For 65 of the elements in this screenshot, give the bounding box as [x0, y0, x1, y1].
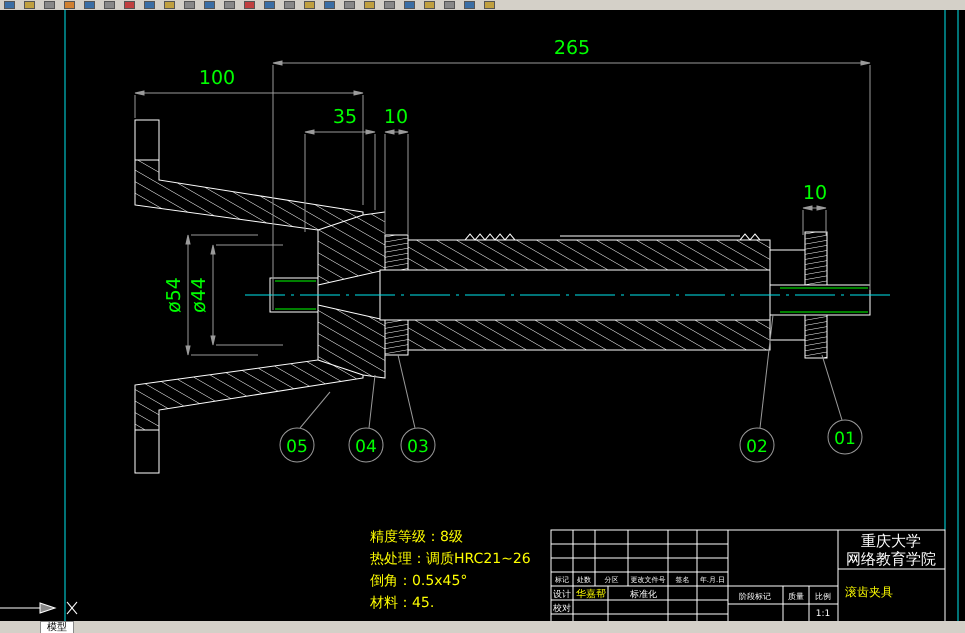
technical-note: 倒角：0.5x45°	[370, 573, 468, 589]
extension-line	[216, 344, 284, 346]
row-label: 校对	[553, 604, 571, 614]
layout-tab[interactable]: 模型	[40, 621, 74, 633]
dimension-text: 35	[332, 106, 358, 128]
dimension-text: 10	[802, 182, 828, 204]
toolbar-icon[interactable]	[204, 1, 215, 9]
column-header: 比例	[815, 592, 831, 601]
dimension-line	[384, 129, 408, 135]
toolbar-icon[interactable]	[284, 1, 295, 9]
toolbar-icon[interactable]	[404, 1, 415, 9]
toolbar-icon[interactable]	[484, 1, 495, 9]
designer-name: 华嘉帮	[576, 589, 606, 600]
toolbar-icon[interactable]	[84, 1, 95, 9]
technical-note: 精度等级：8级	[370, 529, 463, 545]
school-name: 重庆大学	[861, 532, 921, 550]
toolbar-icon[interactable]	[364, 1, 375, 9]
toolbar-icon[interactable]	[24, 1, 35, 9]
toolbar-icon[interactable]	[4, 1, 15, 9]
part-balloon: 01	[828, 420, 862, 454]
toolbar-icon[interactable]	[264, 1, 275, 9]
dimension-text: 265	[554, 37, 590, 59]
toolbar-icon[interactable]	[304, 1, 315, 9]
scale-value: 1:1	[816, 609, 830, 619]
dimension-text: 10	[384, 106, 408, 128]
toolbar-icon[interactable]	[444, 1, 455, 9]
dimension-text: 100	[198, 67, 236, 89]
toolbar-icon[interactable]	[44, 1, 55, 9]
toolbar-icon[interactable]	[224, 1, 235, 9]
part-balloon: 05	[280, 428, 314, 462]
extension-line	[190, 354, 258, 356]
toolbar-icon[interactable]	[184, 1, 195, 9]
dimension-text: ø54	[163, 277, 185, 313]
toolbar-icon[interactable]	[324, 1, 335, 9]
extension-line	[802, 210, 804, 236]
toolbar-icon[interactable]	[384, 1, 395, 9]
toolbar-icon[interactable]	[464, 1, 475, 9]
toolbar-icon[interactable]	[104, 1, 115, 9]
dimension-text: ø44	[188, 277, 210, 313]
drawing-name: 滚齿夹具	[845, 585, 893, 599]
part-balloon: 04	[348, 428, 384, 462]
toolbar-icon[interactable]	[144, 1, 155, 9]
toolbar-icon[interactable]	[244, 1, 255, 9]
leader-line	[368, 374, 376, 428]
toolbar-icon[interactable]	[164, 1, 175, 9]
toolbar-icon[interactable]	[424, 1, 435, 9]
dimension-line	[802, 205, 826, 211]
row-label: 标准化	[630, 590, 657, 600]
leader-line	[822, 354, 842, 420]
school-name: 网络教育学院	[846, 550, 936, 568]
leader-line	[300, 392, 330, 428]
column-header: 质量	[788, 592, 804, 601]
technical-note: 材料：45.	[370, 595, 434, 611]
toolbar-icon[interactable]	[124, 1, 135, 9]
technical-note: 热处理：调质HRC21~26	[370, 551, 531, 567]
part-balloon: 03	[400, 428, 436, 462]
toolbar-icon[interactable]	[64, 1, 75, 9]
ucs-icon	[0, 602, 78, 614]
dimension-line	[304, 129, 376, 135]
part-balloon: 02	[740, 428, 774, 462]
extension-line	[134, 94, 136, 118]
column-header: 阶段标记	[739, 592, 771, 601]
toolbar-icon[interactable]	[344, 1, 355, 9]
row-label: 设计	[553, 590, 571, 600]
extension-line	[190, 234, 258, 236]
